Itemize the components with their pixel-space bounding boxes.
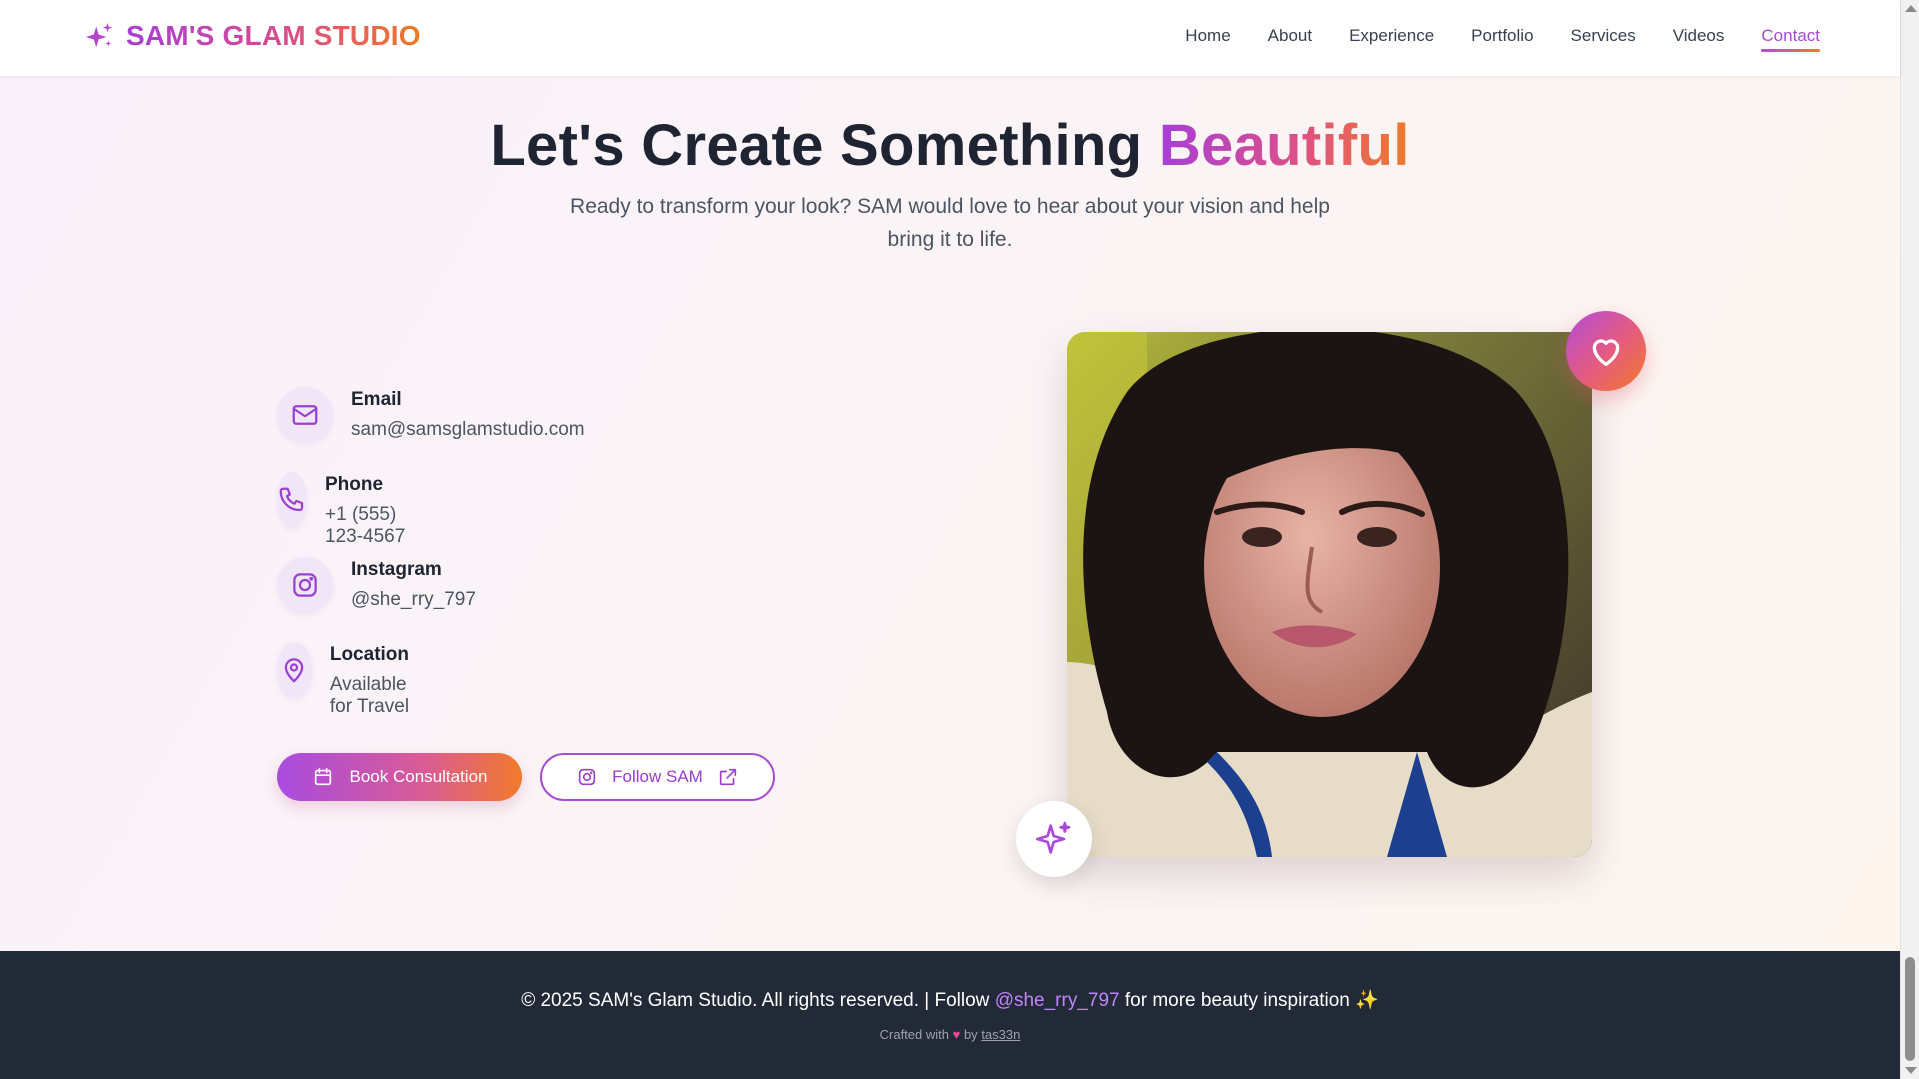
instagram-handle-link[interactable]: @she_rry_797: [995, 990, 1120, 1011]
footer-copyright: © 2025 SAM's Glam Studio. All rights res…: [0, 988, 1900, 1012]
main-nav: Home About Experience Portfolio Services…: [1185, 26, 1820, 52]
contact-label: Instagram: [351, 559, 442, 580]
contact-label: Location: [329, 644, 410, 665]
page-title: Let's Create Something Beautiful: [0, 112, 1900, 179]
nav-videos[interactable]: Videos: [1673, 26, 1725, 52]
footer-credit: Crafted with ♥ by tas33n: [0, 1027, 1900, 1042]
contact-section: Let's Create Something Beautiful Ready t…: [0, 76, 1900, 951]
crafted-prefix: Crafted with: [879, 1027, 953, 1042]
book-consultation-button[interactable]: Book Consultation: [277, 753, 522, 801]
title-main: Let's Create Something: [490, 113, 1159, 178]
crafted-by: by: [960, 1027, 982, 1042]
nav-services[interactable]: Services: [1571, 26, 1636, 52]
scroll-down-arrow[interactable]: [1905, 1067, 1917, 1074]
portrait-photo: [1067, 332, 1592, 857]
book-consultation-label: Book Consultation: [349, 767, 488, 786]
instagram-icon: [293, 573, 317, 597]
contact-item-instagram[interactable]: Instagram @she_rry_797: [277, 557, 476, 613]
nav-home[interactable]: Home: [1185, 26, 1230, 52]
map-pin-icon: [285, 658, 304, 683]
phone-icon-circle: [277, 472, 307, 528]
nav-experience[interactable]: Experience: [1349, 26, 1434, 52]
copyright-prefix: © 2025 SAM's Glam Studio. All rights res…: [521, 990, 995, 1011]
nav-portfolio[interactable]: Portfolio: [1471, 26, 1533, 52]
contact-value[interactable]: @she_rry_797: [351, 589, 476, 611]
calendar-icon: [314, 767, 331, 786]
instagram-icon: [578, 768, 596, 786]
mail-icon-circle: [277, 387, 333, 443]
nav-contact[interactable]: Contact: [1761, 26, 1820, 52]
sparkle-badge: [1016, 801, 1092, 877]
external-link-icon: [719, 768, 737, 786]
map-pin-icon-circle: [277, 642, 312, 698]
sparkles-icon: [85, 22, 113, 48]
contact-value[interactable]: sam@samsglamstudio.com: [351, 419, 585, 441]
author-link[interactable]: tas33n: [981, 1027, 1020, 1042]
contact-item-location[interactable]: Location Available for Travel: [277, 642, 430, 718]
sparkles-icon: [1036, 821, 1071, 854]
scroll-up-arrow[interactable]: [1905, 5, 1917, 12]
page-subtitle: Ready to transform your look? SAM would …: [570, 195, 1330, 251]
instagram-icon-circle: [277, 557, 333, 613]
heart-badge: [1566, 311, 1646, 391]
portrait-image: [1067, 332, 1592, 857]
follow-sam-label: Follow SAM: [612, 767, 703, 786]
brand-name: SAM'S GLAM STUDIO: [126, 20, 421, 51]
contact-value: Available for Travel: [329, 674, 410, 717]
page-scrollbar[interactable]: [1900, 0, 1919, 1079]
nav-about[interactable]: About: [1268, 26, 1312, 52]
contact-item-email[interactable]: Email sam@samsglamstudio.com: [277, 387, 585, 443]
title-accent: Beautiful: [1158, 113, 1410, 178]
copyright-suffix: for more beauty inspiration ✨: [1119, 990, 1379, 1011]
brand-logo[interactable]: SAM'S GLAM STUDIO: [84, 20, 421, 52]
heart-icon: [1592, 339, 1620, 366]
contact-value[interactable]: +1 (555) 123-4567: [325, 504, 409, 548]
site-header: SAM'S GLAM STUDIO Home About Experience …: [0, 0, 1900, 76]
site-footer: © 2025 SAM's Glam Studio. All rights res…: [0, 951, 1900, 1079]
phone-icon: [279, 487, 304, 512]
contact-item-phone[interactable]: Phone +1 (555) 123-4567: [277, 472, 409, 548]
contact-label: Phone: [325, 474, 384, 495]
scroll-thumb[interactable]: [1905, 957, 1915, 1061]
follow-sam-button[interactable]: Follow SAM: [540, 753, 775, 801]
contact-label: Email: [351, 389, 402, 410]
mail-icon: [292, 405, 318, 425]
